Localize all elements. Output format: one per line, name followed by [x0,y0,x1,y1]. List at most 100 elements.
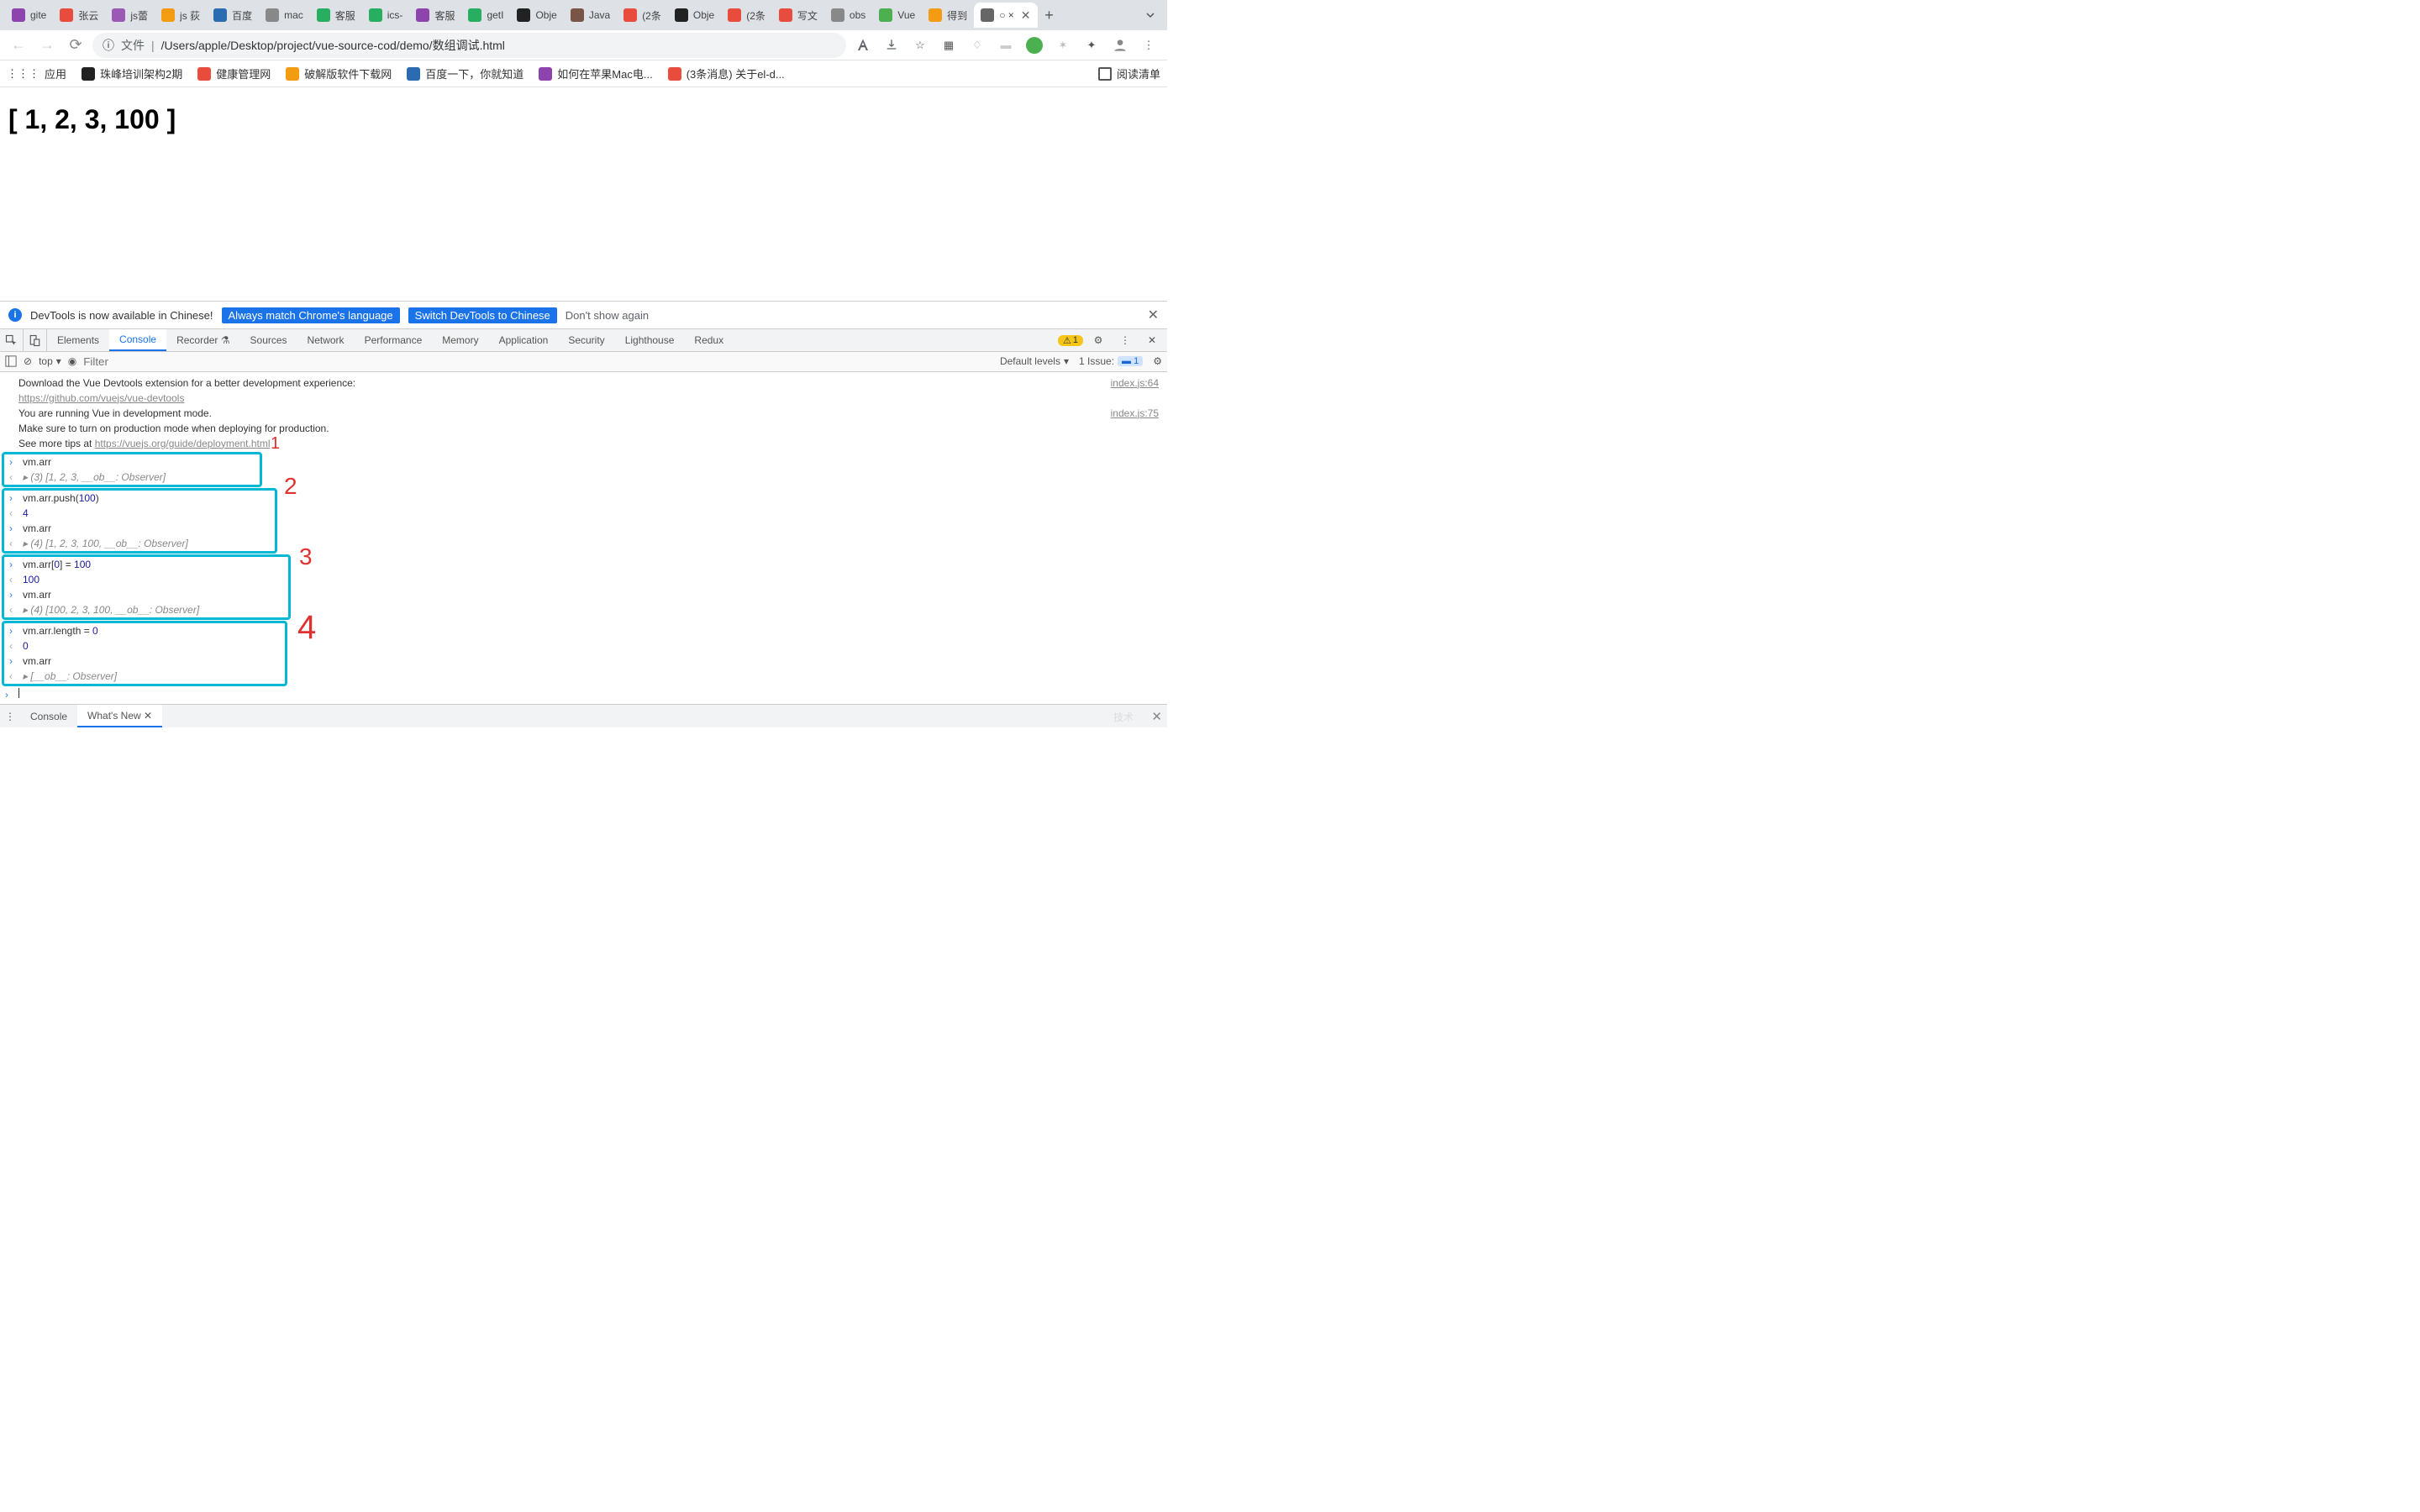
browser-tab[interactable]: js蕾 [105,3,155,28]
browser-tab[interactable]: 写文 [772,3,824,28]
close-icon[interactable]: ✕ [1019,8,1031,23]
reload-button[interactable]: ⟳ [64,34,87,57]
bookmark-item[interactable]: 如何在苹果Mac电... [539,66,652,81]
devtools-tab-sources[interactable]: Sources [240,329,297,351]
console-prompt[interactable]: › [0,687,1167,702]
devtools-more-icon[interactable]: ⋮ [1113,328,1137,352]
drawer-close-icon[interactable]: ✕ [1151,709,1162,724]
bookmark-label: 破解版软件下载网 [304,66,392,81]
source-link[interactable]: index.js:75 [1111,407,1159,420]
lang-match-button[interactable]: Always match Chrome's language [222,307,400,323]
devtools-tab-memory[interactable]: Memory [432,329,488,351]
apps-button[interactable]: ⋮⋮⋮ 应用 [7,66,66,81]
ext-icon-1[interactable]: ▦ [937,34,960,57]
info-icon: ⓘ [103,37,114,54]
browser-tab[interactable]: obs [824,3,872,28]
favicon-icon [623,8,637,22]
browser-tab[interactable]: getI [461,3,510,28]
new-tab-button[interactable]: + [1038,3,1061,27]
reading-list-icon [1098,67,1112,81]
favicon-icon [317,8,330,22]
forward-button[interactable]: → [35,34,59,57]
devtools-tab-console[interactable]: Console [109,329,166,351]
filter-input[interactable] [83,355,993,368]
browser-tab[interactable]: 客服 [310,3,362,28]
browser-tab[interactable]: 张云 [53,3,105,28]
source-link[interactable]: index.js:64 [1111,376,1159,390]
browser-tab[interactable]: ○ ×✕ [974,3,1037,28]
bookmark-item[interactable]: 健康管理网 [197,66,271,81]
tab-label: js 荻 [180,8,200,23]
warning-badge[interactable]: ⚠ 1 [1058,335,1083,346]
log-levels-selector[interactable]: Default levels ▾ [1000,355,1069,367]
drawer-tab-whatsnew[interactable]: What's New ✕ [77,705,162,727]
profile-icon[interactable] [1108,34,1132,57]
bookmark-item[interactable]: 珠峰培训架构2期 [82,66,182,81]
extensions-icon[interactable]: ✦ [1080,34,1103,57]
console-sidebar-toggle[interactable] [5,355,17,367]
lang-close-button[interactable]: ✕ [1148,307,1159,323]
close-icon[interactable]: ✕ [144,710,152,722]
lang-msg: DevTools is now available in Chinese! [30,309,213,322]
device-toggle-icon[interactable] [24,328,47,352]
devtools-close-icon[interactable]: ✕ [1140,328,1164,352]
favicon-icon [879,8,892,22]
issues-indicator[interactable]: 1 Issue: ▬ 1 [1079,355,1143,367]
live-expression-icon[interactable]: ◉ [68,355,76,367]
ext-icon-3[interactable]: ▬ [994,34,1018,57]
devtools-tab-elements[interactable]: Elements [47,329,109,351]
devtools-tab-recorder[interactable]: Recorder ⚗ [166,329,239,351]
reading-list-button[interactable]: 阅读清单 [1117,66,1160,81]
context-selector[interactable]: top ▾ [39,355,61,367]
browser-tab[interactable]: 客服 [409,3,461,28]
bookmark-item[interactable]: (3条消息) 关于el-d... [668,66,785,81]
bookmark-item[interactable]: 百度一下，你就知道 [407,66,523,81]
browser-tab[interactable]: 得到 [922,3,974,28]
clear-console-icon[interactable]: ⊘ [24,355,32,367]
browser-tab[interactable]: mac [259,3,310,28]
lang-dismiss-button[interactable]: Don't show again [566,309,649,322]
back-button[interactable]: ← [7,34,30,57]
ext-icon-2[interactable]: ♢ [965,34,989,57]
browser-tab[interactable]: (2条 [617,3,668,28]
devtools-tab-redux[interactable]: Redux [684,329,734,351]
browser-tab[interactable]: (2条 [721,3,772,28]
tab-label: 写文 [797,8,818,23]
devtools-tab-security[interactable]: Security [558,329,614,351]
favicon-icon [831,8,844,22]
browser-tab[interactable]: Vue [872,3,922,28]
devtools-tab-performance[interactable]: Performance [355,329,433,351]
menu-icon[interactable]: ⋮ [1137,34,1160,57]
browser-tab[interactable]: js 荻 [155,3,207,28]
inspect-element-icon[interactable] [0,328,24,352]
browser-tab[interactable]: Java [564,3,617,28]
bookmark-star-icon[interactable]: ☆ [908,34,932,57]
address-bar[interactable]: ⓘ 文件 | /Users/apple/Desktop/project/vue-… [92,33,846,58]
ext-icon-4[interactable] [1023,34,1046,57]
tab-label: (2条 [746,8,765,23]
browser-tab[interactable]: Obje [510,3,563,28]
console-settings-icon[interactable]: ⚙ [1153,355,1162,367]
lang-switch-button[interactable]: Switch DevTools to Chinese [408,307,557,323]
tab-label: Obje [535,9,556,21]
browser-tab[interactable]: 百度 [207,3,259,28]
devtools-tab-network[interactable]: Network [297,329,355,351]
favicon-icon [407,67,420,81]
bookmark-item[interactable]: 破解版软件下载网 [286,66,392,81]
browser-tab[interactable]: Obje [668,3,721,28]
drawer-tab-console[interactable]: Console [20,705,77,727]
browser-tab[interactable]: ics- [362,3,410,28]
tab-label: 客服 [335,8,355,23]
array-display: [ 1, 2, 3, 100 ] [8,104,176,134]
drawer-more-icon[interactable]: ⋮ [0,705,20,727]
favicon-icon [929,8,942,22]
tab-overflow-button[interactable] [1139,3,1162,27]
devtools-settings-icon[interactable]: ⚙ [1086,328,1110,352]
translate-icon[interactable] [851,34,875,57]
tab-label: obs [850,9,865,21]
devtools-tab-lighthouse[interactable]: Lighthouse [615,329,685,351]
install-icon[interactable] [880,34,903,57]
devtools-tab-application[interactable]: Application [489,329,559,351]
ext-icon-5[interactable]: ✶ [1051,34,1075,57]
browser-tab[interactable]: gite [5,3,53,28]
